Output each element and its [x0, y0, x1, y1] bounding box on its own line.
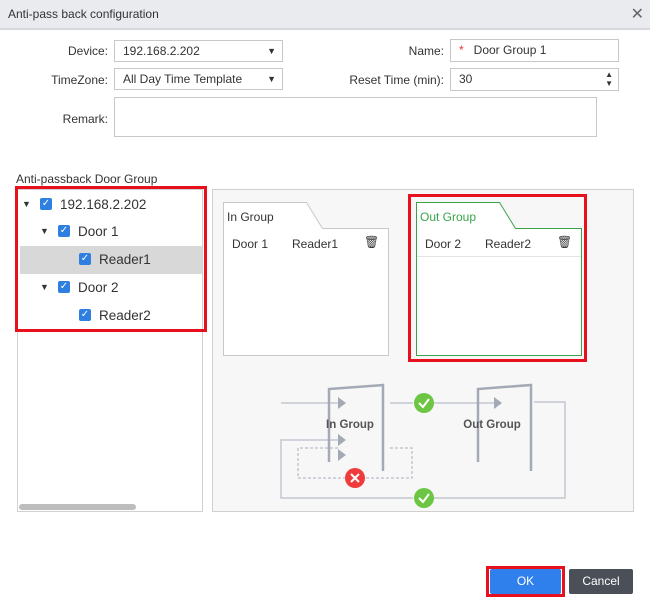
arrow-icon	[338, 434, 346, 446]
in-group-row-reader: Reader1	[292, 237, 339, 251]
in-group-folder	[223, 202, 389, 356]
arrow-icon	[338, 449, 346, 461]
cancel-button[interactable]: Cancel	[569, 569, 633, 594]
highlight-box	[486, 566, 565, 597]
in-group-title: In Group	[227, 210, 274, 224]
check-icon	[414, 393, 434, 413]
arrow-icon	[494, 397, 502, 409]
arrow-icon	[338, 397, 346, 409]
in-group-row-door: Door 1	[232, 237, 269, 251]
check-icon	[414, 488, 434, 508]
deny-icon	[345, 468, 365, 488]
highlight-box	[408, 194, 587, 362]
diagram-out-label: Out Group	[463, 419, 521, 431]
diagram-in-label: In Group	[326, 419, 374, 431]
trash-icon[interactable]: 🗑	[364, 235, 379, 249]
